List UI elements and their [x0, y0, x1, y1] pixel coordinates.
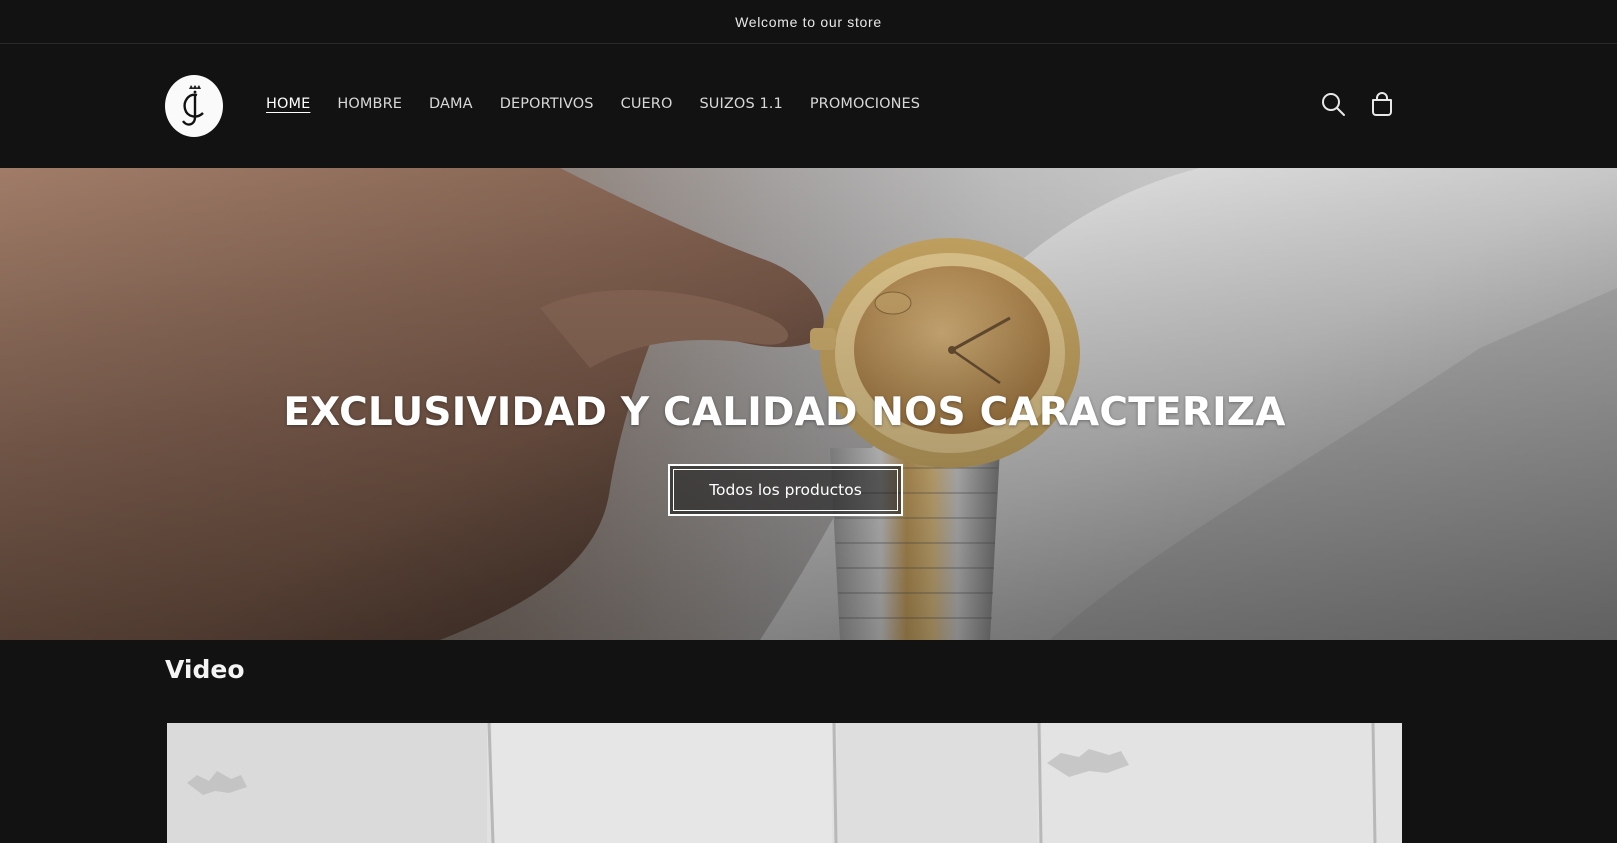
nav-item-suizos[interactable]: SUIZOS 1.1	[700, 94, 783, 114]
site-header: HOME HOMBRE DAMA DEPORTIVOS CUERO SUIZOS…	[0, 44, 1617, 168]
main-navigation: HOME HOMBRE DAMA DEPORTIVOS CUERO SUIZOS…	[266, 94, 947, 114]
nav-item-home[interactable]: HOME	[266, 94, 310, 114]
announcement-bar: Welcome to our store	[0, 0, 1617, 44]
nav-item-promociones[interactable]: PROMOCIONES	[810, 94, 920, 114]
hero-title: EXCLUSIVIDAD Y CALIDAD NOS CARACTERIZA	[283, 390, 1286, 435]
nav-item-hombre[interactable]: HOMBRE	[337, 94, 402, 114]
nav-item-dama[interactable]: DAMA	[429, 94, 473, 114]
hero-banner: EXCLUSIVIDAD Y CALIDAD NOS CARACTERIZA T…	[0, 168, 1617, 640]
announcement-text: Welcome to our store	[735, 13, 882, 30]
video-player[interactable]	[167, 723, 1402, 843]
cart-icon[interactable]	[1368, 90, 1396, 118]
nav-item-deportivos[interactable]: DEPORTIVOS	[500, 94, 594, 114]
all-products-button[interactable]: Todos los productos	[668, 464, 903, 516]
video-section-title: Video	[165, 655, 245, 684]
video-thumbnail-image	[167, 723, 1402, 843]
logo-monogram-icon	[182, 85, 204, 126]
store-logo[interactable]	[165, 75, 223, 137]
search-icon[interactable]	[1319, 90, 1347, 118]
nav-item-cuero[interactable]: CUERO	[621, 94, 673, 114]
